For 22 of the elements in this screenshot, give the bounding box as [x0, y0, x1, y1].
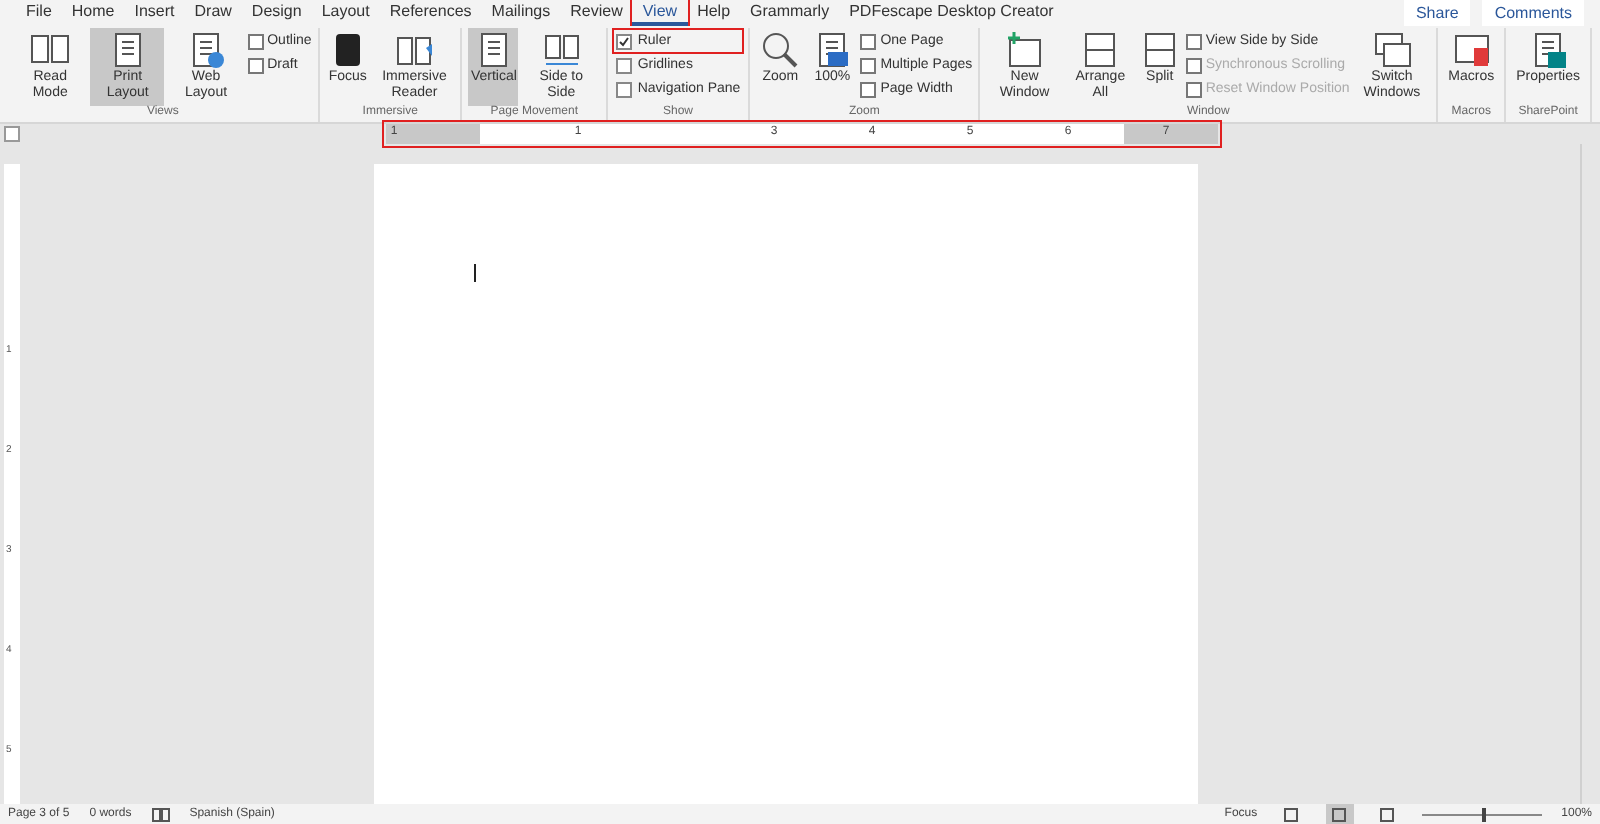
ribbon-tab[interactable]: Insert [124, 0, 185, 26]
ribbon-tab[interactable]: Home [61, 0, 125, 26]
comments-button[interactable]: Comments [1482, 0, 1584, 26]
ribbon-tab[interactable]: Layout [311, 0, 380, 26]
ribbon-tab[interactable]: Design [241, 0, 312, 26]
share-button[interactable]: Share [1403, 0, 1471, 26]
ribbon-icon [760, 30, 801, 70]
ribbon-tab[interactable]: Draw [184, 0, 242, 26]
checkbox[interactable] [615, 81, 632, 97]
ribbon-tab[interactable]: Help [687, 0, 741, 26]
zoom-slider-thumb[interactable] [1481, 807, 1486, 821]
ribbon-tab[interactable]: Mailings [481, 0, 561, 26]
ribbon-tab[interactable]: Review [560, 0, 633, 26]
ribbon-tab[interactable]: References [379, 0, 482, 26]
ribbon-tab[interactable]: File [16, 0, 62, 26]
ribbon-tab[interactable]: Grammarly [740, 0, 840, 26]
checkbox[interactable] [615, 57, 632, 73]
text-cursor [474, 264, 476, 282]
view-button[interactable] [1325, 804, 1354, 824]
checkbox[interactable] [615, 33, 632, 49]
ribbon-tab[interactable]: PDFescape Desktop Creator [839, 0, 1064, 26]
book-icon[interactable] [151, 807, 170, 821]
